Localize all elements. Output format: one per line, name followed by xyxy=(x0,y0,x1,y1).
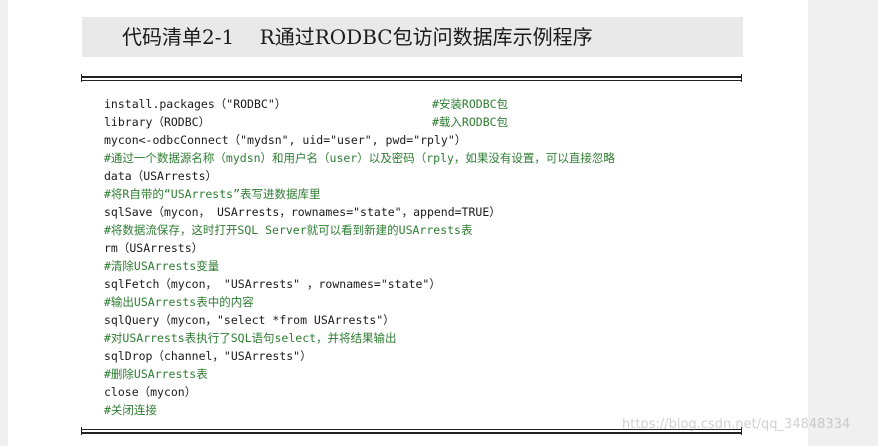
code-line: sqlSave（mycon， USArrests，rownames="state… xyxy=(104,203,615,221)
code-line: sqlQuery（mycon，"select *from USArrests"） xyxy=(104,311,615,329)
code-line: sqlFetch（mycon， "USArrests" ，rownames="s… xyxy=(104,275,615,293)
code-statement: sqlDrop（channel，"USArrests"） xyxy=(104,349,312,363)
code-comment-line: #删除USArrests表 xyxy=(104,367,208,381)
code-line: sqlDrop（channel，"USArrests"） xyxy=(104,347,615,365)
code-comment-line: #将数据流保存，这时打开SQL Server就可以看到新建的USArrests表 xyxy=(104,223,473,237)
code-statement: sqlSave（mycon， USArrests，rownames="state… xyxy=(104,205,501,219)
code-comment-line: #清除USArrests变量 xyxy=(104,259,220,273)
code-statement: mycon<-odbcConnect（"mydsn", uid="user", … xyxy=(104,133,467,147)
listing-number: 代码清单2-1 xyxy=(122,25,235,49)
top-rule xyxy=(81,74,742,82)
code-statement: rm（USArrests） xyxy=(104,241,204,255)
code-statement: data（USArrests） xyxy=(104,169,218,183)
inline-comment: #载入RODBC包 xyxy=(432,115,509,129)
right-gutter xyxy=(808,0,878,446)
code-listing: install.packages（"RODBC"） #安装RODBC包 librar… xyxy=(104,95,615,419)
inline-comment: #安装RODBC包 xyxy=(432,97,509,111)
watermark: https://blog.csdn.net/qq_34848334 xyxy=(622,417,851,432)
code-statement: sqlQuery（mycon，"select *from USArrests"） xyxy=(104,313,395,327)
listing-caption: R通过RODBC包访问数据库示例程序 xyxy=(259,25,593,49)
code-statement: sqlFetch（mycon， "USArrests" ，rownames="s… xyxy=(104,277,441,291)
left-gutter xyxy=(0,0,8,446)
code-statement: library（RODBC） xyxy=(104,115,211,129)
listing-title-bar: 代码清单2-1 R通过RODBC包访问数据库示例程序 xyxy=(82,17,743,57)
listing-title: 代码清单2-1 R通过RODBC包访问数据库示例程序 xyxy=(122,17,593,57)
code-line: rm（USArrests） xyxy=(104,239,615,257)
code-comment-line: #输出USArrests表中的内容 xyxy=(104,295,254,309)
code-comment-line: #通过一个数据源名称（mydsn）和用户名（user）以及密码（rply，如果没… xyxy=(104,151,615,165)
code-line: mycon<-odbcConnect（"mydsn", uid="user", … xyxy=(104,131,615,149)
code-line: install.packages（"RODBC"） #安装RODBC包 xyxy=(104,95,615,113)
code-comment-line: #对USArrests表执行了SQL语句select，并将结果输出 xyxy=(104,331,397,345)
code-comment-line: #将R自带的“USArrests”表写进数据库里 xyxy=(104,187,321,201)
code-statement: close（mycon） xyxy=(104,385,197,399)
code-line: library（RODBC） #载入RODBC包 xyxy=(104,113,615,131)
document-page: 代码清单2-1 R通过RODBC包访问数据库示例程序 install.packa… xyxy=(8,0,808,446)
code-comment-line: #关闭连接 xyxy=(104,403,157,417)
code-statement: install.packages（"RODBC"） xyxy=(104,97,287,111)
listing-title-gap xyxy=(234,25,259,49)
code-line: close（mycon） xyxy=(104,383,615,401)
code-line: data（USArrests） xyxy=(104,167,615,185)
